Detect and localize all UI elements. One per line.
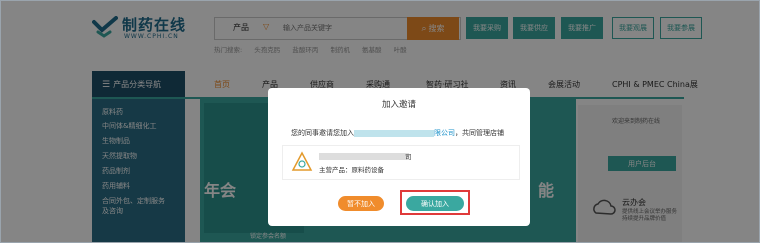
invite-message: 您的同事邀请您加入 限公司，共同管理店铺 [291, 128, 504, 138]
main-product: 主营产品：原料药设备 [319, 164, 384, 174]
message-suffix: ，共同管理店铺 [455, 129, 504, 137]
card-name-suffix: 司 [405, 153, 412, 161]
dialog-title: 加入邀请 [381, 100, 416, 110]
company-suffix: 限公司 [434, 129, 455, 137]
main-product-label: 主营产品： [319, 166, 352, 174]
message-prefix: 您的同事邀请您加入 [291, 129, 354, 137]
redacted-card-company-name [319, 153, 409, 160]
company-card: 司 主营产品：原料药设备 [282, 145, 520, 180]
highlight-box [400, 190, 470, 215]
redacted-company-name [354, 129, 434, 137]
decline-button[interactable]: 暂不加入 [338, 196, 384, 211]
join-invite-dialog: 加入邀请 您的同事邀请您加入 限公司，共同管理店铺 司 主营产品：原料药设备 暂不… [268, 88, 530, 226]
company-logo-icon [291, 151, 313, 171]
main-product-value: 原料药设备 [351, 166, 385, 174]
